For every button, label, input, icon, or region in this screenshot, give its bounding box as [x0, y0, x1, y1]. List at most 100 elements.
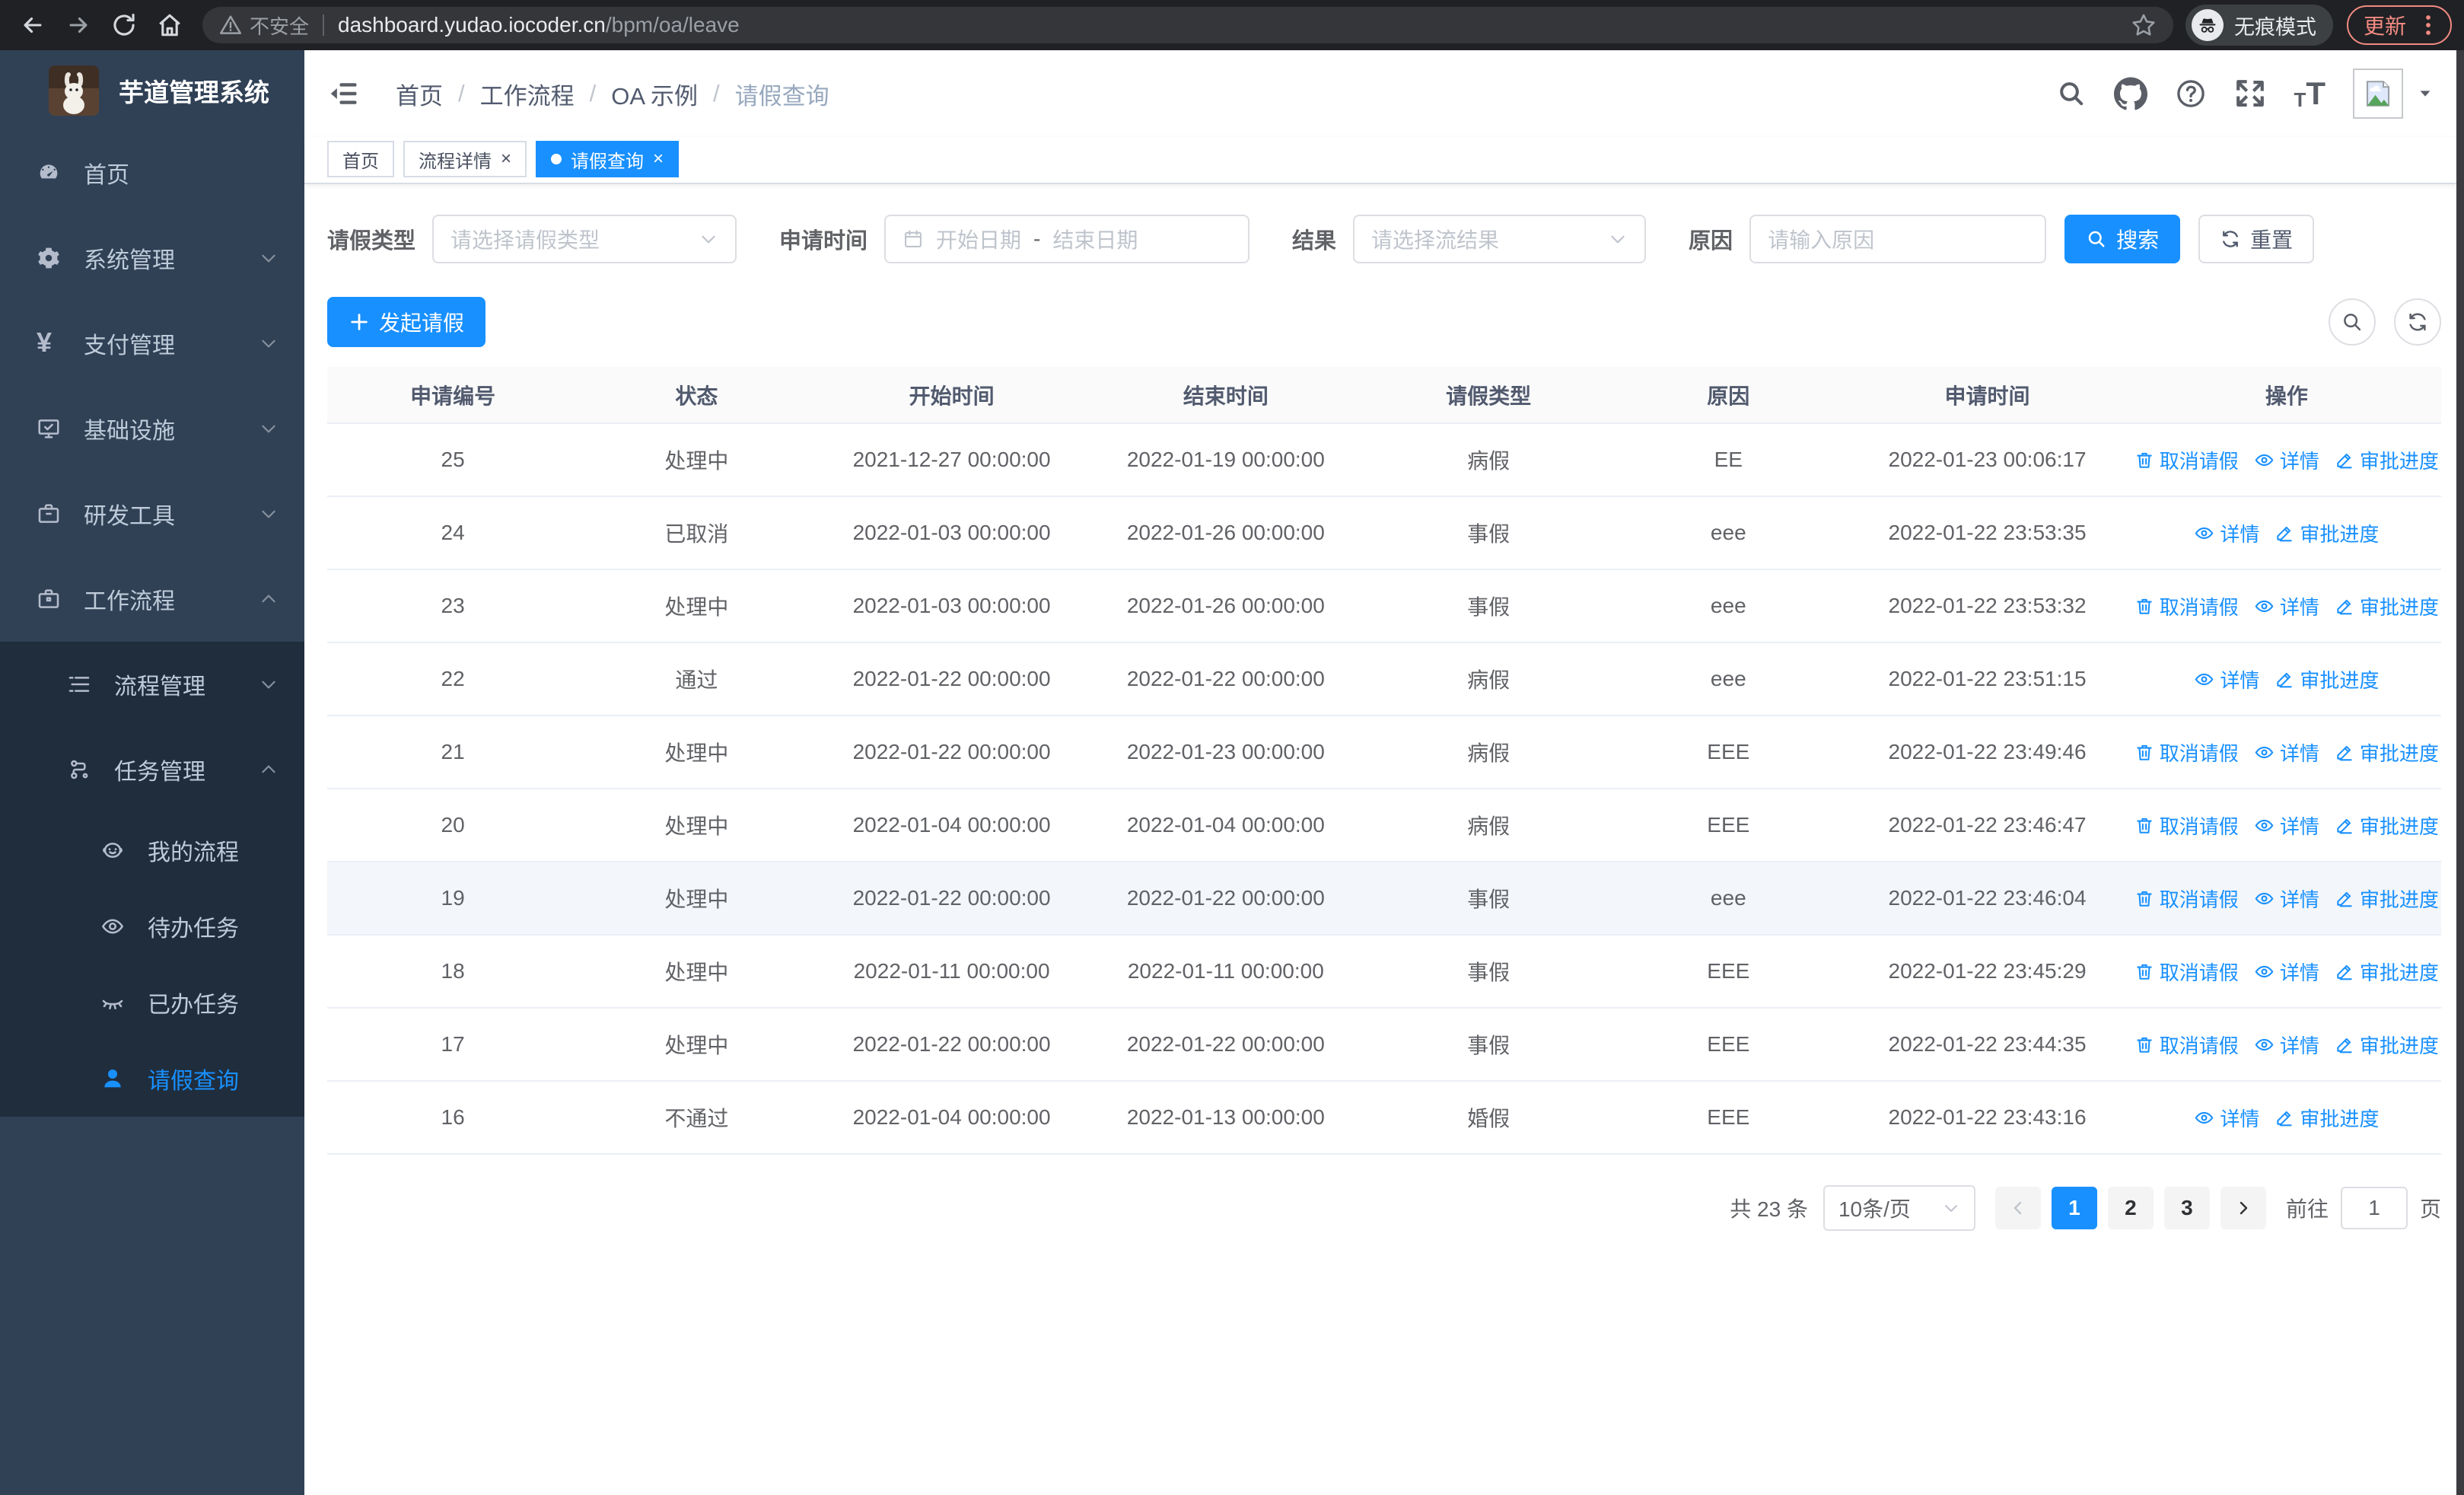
progress-action-link[interactable]: 审批进度 — [2335, 885, 2439, 913]
help-icon[interactable] — [2175, 78, 2207, 110]
detail-action-link[interactable]: 详情 — [2254, 958, 2319, 986]
table-row[interactable]: 19 处理中 2022-01-22 00:00:00 2022-01-22 00:00… — [327, 862, 2441, 936]
cancel-action-link[interactable]: 取消请假 — [2135, 592, 2239, 620]
detail-action-link[interactable]: 详情 — [2254, 885, 2319, 913]
progress-action-link[interactable]: 审批进度 — [2275, 519, 2379, 547]
prev-page-button[interactable] — [1994, 1187, 2041, 1229]
cell-type: 事假 — [1362, 569, 1615, 643]
table-row[interactable]: 24 已取消 2022-01-03 00:00:00 2022-01-26 00:00… — [327, 496, 2441, 570]
table-row[interactable]: 17 处理中 2022-01-22 00:00:00 2022-01-22 00:00… — [327, 1008, 2441, 1082]
incognito-badge[interactable]: 无痕模式 — [2185, 5, 2333, 46]
create-leave-button[interactable]: 发起请假 — [327, 297, 486, 347]
progress-action-link[interactable]: 审批进度 — [2335, 1031, 2439, 1059]
detail-action-link[interactable]: 详情 — [2254, 592, 2319, 620]
cancel-action-link[interactable]: 取消请假 — [2135, 958, 2239, 986]
next-page-button[interactable] — [2220, 1187, 2266, 1229]
address-bar[interactable]: 不安全 dashboard.yudao.iocoder.cn/bpm/oa/le… — [202, 7, 2173, 43]
browser-update-button[interactable]: 更新 — [2346, 5, 2452, 45]
bookmark-star-icon[interactable] — [2131, 12, 2157, 38]
cell-end: 2022-01-22 00:00:00 — [1088, 642, 1363, 716]
sidebar-collapse-icon[interactable] — [327, 77, 361, 110]
table-row[interactable]: 18 处理中 2022-01-11 00:00:00 2022-01-11 00:00… — [327, 935, 2441, 1009]
sidebar-item-my-processes[interactable]: 我的流程 — [0, 812, 304, 888]
progress-action-link[interactable]: 审批进度 — [2335, 811, 2439, 840]
site-security[interactable]: 不安全 — [219, 11, 309, 40]
browser-forward-button[interactable] — [58, 5, 99, 46]
font-size-icon[interactable]: TT — [2294, 78, 2326, 110]
page-size-select[interactable]: 10条/页 — [1823, 1185, 1975, 1231]
leave-type-select[interactable]: 请选择请假类型 — [432, 215, 737, 263]
tab-leave-query[interactable]: 请假查询 × — [536, 141, 680, 177]
breadcrumb-item[interactable]: 工作流程 — [480, 77, 575, 111]
result-select[interactable]: 请选择流结果 — [1353, 215, 1647, 263]
cell-status: 已取消 — [578, 496, 815, 570]
app-logo-row[interactable]: 芋道管理系统 — [0, 50, 304, 130]
progress-action-link[interactable]: 审批进度 — [2275, 1104, 2379, 1132]
reset-button[interactable]: 重置 — [2198, 215, 2315, 263]
sidebar-item-process-management[interactable]: 流程管理 — [0, 642, 304, 727]
fullscreen-icon[interactable] — [2234, 78, 2266, 110]
detail-action-link[interactable]: 详情 — [2194, 665, 2259, 693]
detail-action-link[interactable]: 详情 — [2254, 811, 2319, 840]
header-search-icon[interactable] — [2056, 78, 2087, 109]
progress-action-link[interactable]: 审批进度 — [2335, 738, 2439, 767]
detail-action-link[interactable]: 详情 — [2194, 1104, 2259, 1132]
progress-action-link[interactable]: 审批进度 — [2335, 592, 2439, 620]
goto-page-input[interactable] — [2340, 1187, 2408, 1229]
browser-reload-button[interactable] — [103, 5, 145, 46]
sidebar-item-todo-tasks[interactable]: 待办任务 — [0, 888, 304, 964]
user-menu[interactable] — [2353, 69, 2434, 119]
table-refresh-button[interactable] — [2394, 298, 2441, 346]
sidebar-item-infrastructure[interactable]: 基础设施 — [0, 386, 304, 471]
cancel-action-link[interactable]: 取消请假 — [2135, 1031, 2239, 1059]
sidebar-item-dev-tools[interactable]: 研发工具 — [0, 471, 304, 556]
page-button-1[interactable]: 1 — [2051, 1187, 2097, 1229]
table-row[interactable]: 16 不通过 2022-01-04 00:00:00 2022-01-13 00:00… — [327, 1081, 2441, 1155]
progress-action-link[interactable]: 审批进度 — [2335, 958, 2439, 986]
sidebar-item-system-management[interactable]: 系统管理 — [0, 215, 304, 301]
cancel-action-link[interactable]: 取消请假 — [2135, 885, 2239, 913]
sidebar-item-leave-query[interactable]: 请假查询 — [0, 1041, 304, 1117]
github-icon[interactable] — [2114, 77, 2148, 110]
sidebar-item-payment-management[interactable]: ¥ 支付管理 — [0, 301, 304, 386]
table-row[interactable]: 25 处理中 2021-12-27 00:00:00 2022-01-19 00:00… — [327, 423, 2441, 497]
page-button-2[interactable]: 2 — [2107, 1187, 2154, 1229]
chevron-down-icon — [259, 248, 279, 268]
sidebar-item-done-tasks[interactable]: 已办任务 — [0, 964, 304, 1041]
reason-input[interactable]: 请输入原因 — [1749, 215, 2047, 263]
chevron-down-icon — [699, 229, 718, 249]
cell-applied: 2022-01-22 23:46:04 — [1842, 862, 2132, 936]
browser-menu-dots-icon[interactable] — [2418, 14, 2438, 37]
cancel-action-link[interactable]: 取消请假 — [2135, 446, 2239, 474]
page-button-3[interactable]: 3 — [2163, 1187, 2210, 1229]
detail-action-link[interactable]: 详情 — [2194, 519, 2259, 547]
tab-home[interactable]: 首页 — [327, 141, 394, 177]
cancel-action-link[interactable]: 取消请假 — [2135, 811, 2239, 840]
sidebar-item-task-management[interactable]: 任务管理 — [0, 727, 304, 812]
progress-action-link[interactable]: 审批进度 — [2335, 446, 2439, 474]
cell-id: 17 — [327, 1008, 579, 1082]
cancel-action-link[interactable]: 取消请假 — [2135, 738, 2239, 767]
sidebar-item-workflow[interactable]: 工作流程 — [0, 556, 304, 642]
table-search-toggle-button[interactable] — [2329, 298, 2376, 346]
apply-time-range-picker[interactable]: 开始日期 - 结束日期 — [884, 215, 1250, 263]
table-row[interactable]: 21 处理中 2022-01-22 00:00:00 2022-01-23 00:00… — [327, 716, 2441, 789]
breadcrumb-item[interactable]: OA 示例 — [611, 77, 698, 111]
table-row[interactable]: 22 通过 2022-01-22 00:00:00 2022-01-22 00:00:… — [327, 642, 2441, 716]
detail-action-link[interactable]: 详情 — [2254, 738, 2319, 767]
detail-action-link[interactable]: 详情 — [2254, 446, 2319, 474]
sidebar-item-home[interactable]: 首页 — [0, 130, 304, 215]
cell-end: 2022-01-23 00:00:00 — [1088, 716, 1363, 789]
browser-home-button[interactable] — [149, 5, 190, 46]
browser-back-button[interactable] — [12, 5, 53, 46]
close-icon[interactable]: × — [501, 150, 511, 168]
close-icon[interactable]: × — [653, 150, 664, 168]
table-row[interactable]: 20 处理中 2022-01-04 00:00:00 2022-01-04 00:00… — [327, 789, 2441, 862]
search-button[interactable]: 搜索 — [2064, 215, 2181, 263]
detail-action-link[interactable]: 详情 — [2254, 1031, 2319, 1059]
tab-process-detail[interactable]: 流程详情 × — [403, 141, 527, 177]
topbar-actions: TT — [2056, 69, 2434, 119]
breadcrumb-item[interactable]: 首页 — [396, 77, 443, 111]
progress-action-link[interactable]: 审批进度 — [2275, 665, 2379, 693]
table-row[interactable]: 23 处理中 2022-01-03 00:00:00 2022-01-26 00:00… — [327, 569, 2441, 643]
